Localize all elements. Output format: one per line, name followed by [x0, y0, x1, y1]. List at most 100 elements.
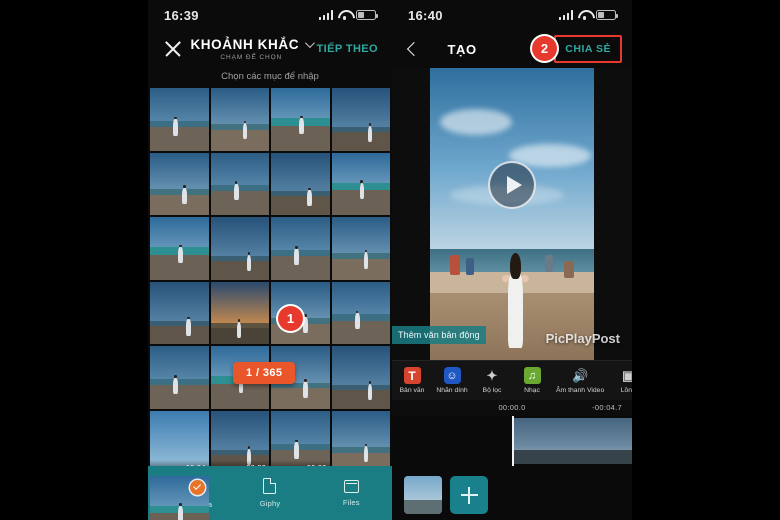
status-icons — [318, 10, 379, 20]
left-title-group[interactable]: KHOẢNH KHẮC CHẠM ĐỂ CHỌN — [186, 37, 317, 61]
photo-thumbnail[interactable] — [331, 410, 390, 474]
tool-music[interactable]: ♫ Nhạc — [512, 367, 552, 394]
source-tab-label: Files — [342, 497, 360, 507]
preview-media — [430, 68, 594, 360]
text-icon: T — [403, 367, 421, 384]
timeline-timecodes: 00:00.0 -00:04.7 — [392, 400, 632, 416]
sticker-icon: ☺ — [443, 367, 461, 384]
chevron-down-icon[interactable] — [305, 38, 315, 49]
editor-toolbar: T Bản văn ☺ Nhãn dính ✦ Bộ lọc ♫ Nhạc 🔊 Âm thanh … — [392, 360, 632, 400]
overlay-icon: ▣ — [620, 367, 632, 384]
tool-text[interactable]: T Bản văn — [392, 367, 432, 394]
add-dynamic-text-button[interactable]: Thêm văn bản động — [392, 326, 486, 344]
source-tab-label: Giphy — [259, 499, 281, 508]
watermark: PicPlayPost — [545, 331, 620, 346]
photo-thumbnail[interactable] — [150, 346, 209, 409]
battery-icon — [596, 10, 619, 20]
next-button[interactable]: TIẾP THEO — [317, 43, 378, 55]
tool-label: Âm thanh Video — [556, 387, 605, 394]
music-icon: ♫ — [523, 367, 541, 384]
playhead-icon[interactable] — [512, 416, 514, 466]
photo-thumbnail[interactable] — [331, 217, 390, 280]
clip-thumbnail[interactable] — [404, 476, 442, 514]
timeline-end-time: -00:04.7 — [592, 403, 622, 412]
share-button[interactable]: CHIA SẺ — [554, 35, 622, 63]
page-title: KHOẢNH KHẮC — [190, 37, 300, 52]
tool-label: Lồng — [620, 387, 632, 394]
source-tab-giphy[interactable]: Giphy — [229, 478, 310, 508]
main-subject — [500, 249, 531, 349]
page-subtitle: CHẠM ĐỂ CHỌN — [220, 54, 283, 61]
photo-thumbnail[interactable]: 00:00 — [271, 410, 330, 474]
photo-grid: 00:0400:0200:00 — [148, 88, 392, 520]
right-status-bar: 16:40 — [392, 0, 632, 30]
timeline-track[interactable] — [392, 416, 632, 466]
tool-label: Bộ lọc — [482, 387, 502, 394]
file-icon — [263, 478, 277, 494]
beach-figure — [544, 254, 553, 273]
timeline-start-time: 00:00.0 — [498, 403, 526, 412]
photo-thumbnail[interactable]: 00:02 — [210, 410, 269, 474]
tool-filter-wand[interactable]: ✦ Bộ lọc — [472, 367, 512, 395]
clip-thumb-ground — [404, 499, 442, 514]
left-status-bar: 16:39 — [148, 0, 392, 30]
beach-figure — [466, 257, 475, 276]
tool-label: Nhạc — [524, 387, 540, 394]
photo-thumbnail[interactable] — [150, 475, 209, 520]
tool-sticker[interactable]: ☺ Nhãn dính — [432, 367, 472, 394]
photo-thumbnail[interactable] — [271, 217, 330, 280]
wifi-icon — [338, 10, 351, 20]
photo-thumbnail[interactable] — [271, 88, 330, 151]
photo-thumbnail[interactable] — [150, 152, 209, 216]
play-icon[interactable] — [488, 160, 536, 209]
status-icons — [558, 10, 619, 20]
photo-thumbnail[interactable] — [331, 88, 390, 151]
photo-thumbnail[interactable]: 00:04 — [150, 410, 209, 474]
tool-label: Nhãn dính — [436, 387, 468, 394]
clip-strip — [392, 466, 632, 520]
folder-icon — [343, 479, 359, 493]
status-time: 16:39 — [164, 7, 199, 23]
selection-hint: Chọn các mục để nhập — [221, 71, 319, 82]
right-phone-panel: 16:40 TẠO CHIA SẺ Thêm văn bản động PicP… — [392, 0, 632, 520]
back-arrow-icon[interactable] — [402, 39, 422, 59]
beach-figure — [564, 260, 575, 279]
photo-thumbnail[interactable] — [271, 152, 330, 216]
selection-count-pill: 1 / 365 — [233, 362, 296, 384]
callout-badge-2: 2 — [532, 36, 557, 61]
photo-thumbnail[interactable] — [210, 88, 269, 151]
photo-thumbnail[interactable] — [150, 281, 209, 345]
callout-badge-1: 1 — [278, 306, 303, 331]
filter-wand-icon: ✦ — [486, 367, 498, 383]
video-preview[interactable]: Thêm văn bản động PicPlayPost — [392, 68, 632, 360]
timeline-clip[interactable] — [512, 418, 632, 464]
tool-speaker[interactable]: 🔊 Âm thanh Video — [552, 367, 608, 395]
source-tab-files[interactable]: Files — [311, 479, 392, 507]
tool-overlay[interactable]: ▣ Lồng — [608, 367, 632, 395]
clip-thumb-sky — [404, 476, 442, 500]
left-header: KHOẢNH KHẮC CHẠM ĐỂ CHỌN TIẾP THEO — [148, 30, 392, 68]
photo-thumbnail[interactable] — [210, 281, 269, 345]
add-clip-icon[interactable] — [450, 476, 488, 514]
right-header: TẠO CHIA SẺ — [392, 30, 632, 68]
selected-check-icon[interactable] — [189, 479, 205, 495]
speaker-icon: 🔊 — [572, 367, 589, 383]
left-title-row[interactable]: KHOẢNH KHẮC — [190, 37, 315, 52]
status-time: 16:40 — [408, 7, 443, 23]
photo-thumbnail[interactable] — [150, 217, 209, 280]
battery-icon — [356, 10, 379, 20]
photo-thumbnail[interactable] — [331, 346, 390, 409]
beach-figure — [449, 254, 460, 276]
tool-label: Bản văn — [399, 387, 425, 394]
photo-thumbnail[interactable] — [210, 217, 269, 280]
photo-thumbnail[interactable] — [331, 281, 390, 345]
cloud-shape — [439, 108, 512, 136]
photo-thumbnail[interactable] — [210, 152, 269, 216]
subject-body — [507, 270, 523, 349]
photo-thumbnail[interactable] — [331, 152, 390, 216]
subject-hair — [510, 253, 521, 279]
close-icon[interactable] — [162, 38, 184, 60]
left-phone-panel: 16:39 KHOẢNH KHẮC CHẠM ĐỂ CHỌN TIẾP THEO… — [148, 0, 392, 520]
signal-icon — [318, 10, 333, 20]
photo-thumbnail[interactable] — [150, 88, 209, 151]
